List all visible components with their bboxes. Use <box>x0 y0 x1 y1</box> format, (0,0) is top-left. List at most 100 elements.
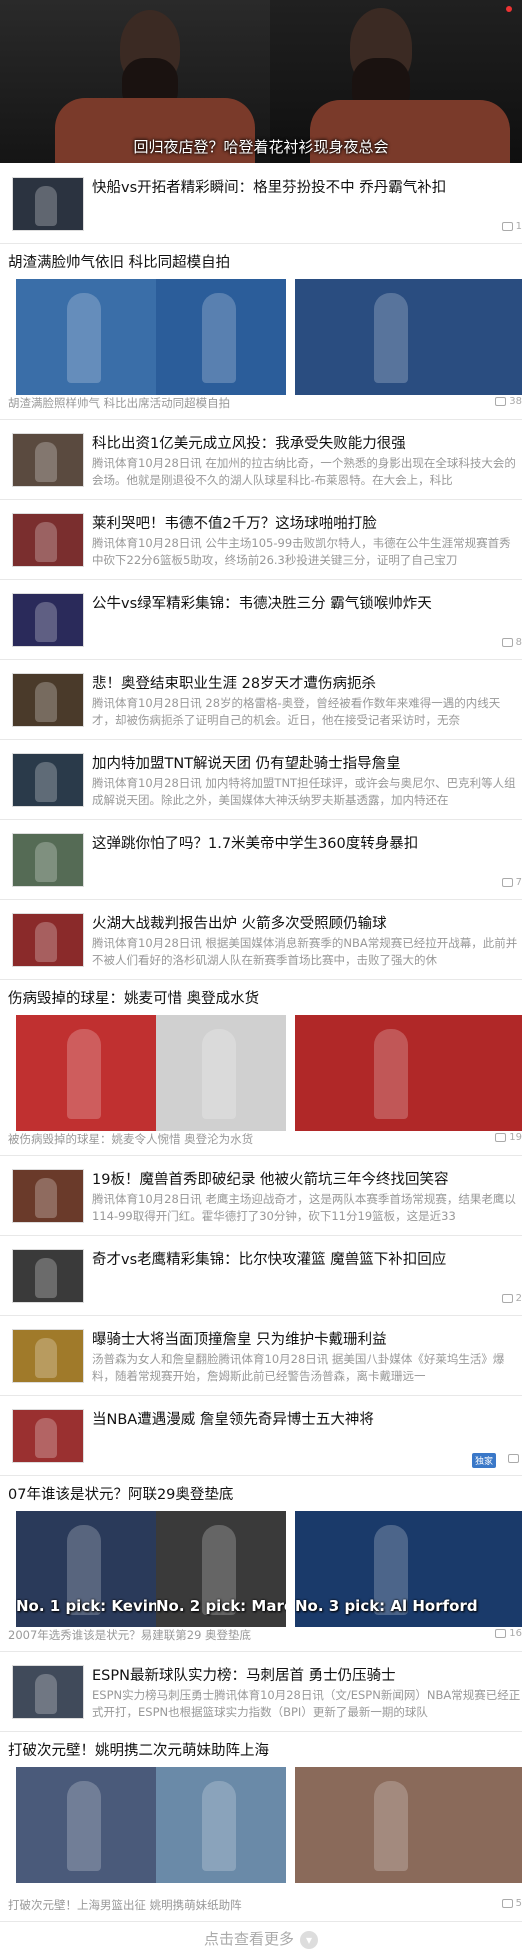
news-item[interactable]: ESPN最新球队实力榜：马刺居首 勇士仍压骑士 ESPN实力榜马刺压勇士腾讯体育1… <box>0 1651 522 1732</box>
draft-pick-label: No. 2 pick: Marc Gasol <box>156 1597 286 1615</box>
news-item[interactable]: 莱利哭吧！韦德不值2千万？这场球啪啪打脸腾讯体育10月28日讯 公牛主场105-… <box>0 499 522 580</box>
comment-count[interactable]: 7 <box>501 877 522 888</box>
news-title[interactable]: 奇才vs老鹰精彩集锦：比尔快攻灌篮 魔兽篮下补扣回应 <box>92 1248 446 1269</box>
news-title[interactable]: 当NBA遭遇漫威 詹皇领先奇异博士五大神将 <box>92 1408 374 1429</box>
gallery-image[interactable] <box>295 1015 522 1131</box>
news-title[interactable]: 19板！魔兽首秀即破纪录 他被火箭坑三年今终找回笑容 <box>92 1168 449 1189</box>
news-title[interactable]: 悲！奥登结束职业生涯 28岁天才遭伤病扼杀 <box>92 672 376 693</box>
gallery-image[interactable]: No. 2 pick: Marc Gasol <box>156 1511 286 1627</box>
news-item[interactable]: 奇才vs老鹰精彩集锦：比尔快攻灌篮 魔兽篮下补扣回应 2 <box>0 1235 522 1316</box>
carousel-dot-active[interactable] <box>506 6 512 12</box>
comment-count[interactable]: 16 <box>495 1628 522 1639</box>
exclusive-badge: 独家 <box>471 1453 496 1468</box>
gallery-title[interactable]: 胡渣满脸帅气依旧 科比同超模自拍 <box>8 251 230 272</box>
comment-count[interactable]: 19 <box>495 1132 522 1143</box>
news-summary: 腾讯体育10月28日讯 加内特将加盟TNT担任球评，或许会与奥尼尔、巴克利等人组… <box>92 776 516 807</box>
carousel-dots[interactable] <box>506 6 512 12</box>
hero-banner[interactable]: 回归夜店登？哈登着花衬衫现身夜总会 <box>0 0 522 163</box>
gallery-image[interactable] <box>156 1015 286 1131</box>
comment-count[interactable]: 38 <box>495 396 522 407</box>
news-item[interactable]: 科比出资1亿美元成立风投：我承受失败能力很强腾讯体育10月28日讯 在加州的拉古… <box>0 419 522 500</box>
news-title[interactable]: 快船vs开拓者精彩瞬间：格里芬扮投不中 乔丹霸气补扣 <box>92 176 446 197</box>
comment-count[interactable]: 1 <box>501 221 522 232</box>
photo-gallery[interactable]: 打破次元壁！姚明携二次元萌妹助阵上海打破次元壁！上海男篮出征 姚明携萌妹纸助阵 5 <box>0 1731 522 1922</box>
news-item[interactable]: 这弹跳你怕了吗？1.7米美帝中学生360度转身暴扣 7 <box>0 819 522 900</box>
comment-count-value: 5 <box>515 1898 522 1909</box>
news-item[interactable]: 19板！魔兽首秀即破纪录 他被火箭坑三年今终找回笑容 腾讯体育10月28日讯 老鹰… <box>0 1155 522 1236</box>
comment-icon <box>501 637 513 647</box>
comment-icon <box>501 1293 513 1303</box>
gallery-image[interactable]: No. 1 pick: Kevin Durant <box>16 1511 162 1627</box>
news-title[interactable]: 加内特加盟TNT解说天团 仍有望赴骑士指导詹皇 <box>92 752 401 773</box>
gallery-image[interactable] <box>16 1015 162 1131</box>
comment-count-value: 38 <box>509 396 522 407</box>
news-summary: 汤普森为女人和詹皇翻脸腾讯体育10月28日讯 据美国八卦媒体《好莱坞生活》爆料，… <box>92 1352 505 1383</box>
chevron-down-icon: ▾ <box>300 1930 318 1949</box>
gallery-caption: 打破次元壁！上海男篮出征 姚明携萌妹纸助阵 <box>8 1898 242 1912</box>
hero-caption: 回归夜店登？哈登着花衬衫现身夜总会 <box>133 138 389 156</box>
gallery-image[interactable] <box>156 1767 286 1883</box>
comment-count-value: 19 <box>509 1132 522 1143</box>
comment-count[interactable]: 8 <box>501 637 522 648</box>
draft-pick-label: No. 3 pick: Al Horford <box>295 1597 478 1615</box>
news-thumbnail <box>12 1249 84 1303</box>
comment-count[interactable]: 2 <box>501 1293 522 1304</box>
news-thumbnail <box>12 513 84 567</box>
gallery-caption: 被伤病毁掉的球星：姚麦令人惋惜 奥登沦为水货 <box>8 1132 254 1146</box>
news-title[interactable]: 公牛vs绿军精彩集锦：韦德决胜三分 霸气锁喉帅炸天 <box>92 592 432 613</box>
comment-icon <box>501 221 513 231</box>
news-item[interactable]: 快船vs开拓者精彩瞬间：格里芬扮投不中 乔丹霸气补扣 1 <box>0 163 522 244</box>
comment-count-value: 8 <box>515 637 522 648</box>
news-summary: 腾讯体育10月28日讯 28岁的格雷格-奥登，曾经被看作数年来难得一遇的内线天才… <box>92 696 501 727</box>
news-thumbnail <box>12 753 84 807</box>
gallery-image[interactable] <box>295 1767 522 1883</box>
news-title[interactable]: ESPN最新球队实力榜：马刺居首 勇士仍压骑士 <box>92 1664 396 1685</box>
draft-pick-label: No. 1 pick: Kevin Durant <box>16 1597 162 1615</box>
comment-count-value: 1 <box>515 221 522 232</box>
news-thumbnail <box>12 177 84 231</box>
news-item[interactable]: 悲！奥登结束职业生涯 28岁天才遭伤病扼杀腾讯体育10月28日讯 28岁的格雷格… <box>0 659 522 740</box>
news-title[interactable]: 科比出资1亿美元成立风投：我承受失败能力很强 <box>92 432 406 453</box>
news-thumbnail <box>12 913 84 967</box>
news-title[interactable]: 火湖大战裁判报告出炉 火箭多次受照顾仍输球 <box>92 912 387 933</box>
comment-icon <box>495 396 507 406</box>
gallery-title[interactable]: 07年谁该是状元？阿联29奥登垫底 <box>8 1483 233 1504</box>
gallery-title[interactable]: 打破次元壁！姚明携二次元萌妹助阵上海 <box>8 1739 269 1760</box>
news-item[interactable]: 加内特加盟TNT解说天团 仍有望赴骑士指导詹皇腾讯体育10月28日讯 加内特将加… <box>0 739 522 820</box>
comment-icon <box>495 1628 507 1638</box>
photo-gallery[interactable]: 07年谁该是状元？阿联29奥登垫底 No. 1 pick: Kevin Duran… <box>0 1475 522 1652</box>
news-thumbnail <box>12 673 84 727</box>
gallery-image[interactable]: No. 3 pick: Al Horford <box>295 1511 522 1627</box>
news-item[interactable]: 当NBA遭遇漫威 詹皇领先奇异博士五大神将独家 <box>0 1395 522 1476</box>
news-summary: 腾讯体育10月28日讯 在加州的拉古纳比奇，一个熟悉的身影出现在全球科技大会的会… <box>92 456 516 487</box>
gallery-image[interactable] <box>16 279 162 395</box>
gallery-image[interactable] <box>16 1767 162 1883</box>
gallery-caption: 胡渣满脸照样帅气 科比出席活动同超模自拍 <box>8 396 231 410</box>
comment-count[interactable] <box>508 1453 522 1464</box>
comment-icon <box>501 1898 513 1908</box>
news-thumbnail <box>12 593 84 647</box>
news-title[interactable]: 莱利哭吧！韦德不值2千万？这场球啪啪打脸 <box>92 512 377 533</box>
comment-count[interactable]: 5 <box>501 1898 522 1909</box>
load-more-label: 点击查看更多 <box>203 1930 294 1948</box>
news-item[interactable]: 曝骑士大将当面顶撞詹皇 只为维护卡戴珊利益汤普森为女人和詹皇翻脸腾讯体育10月2… <box>0 1315 522 1396</box>
news-item[interactable]: 公牛vs绿军精彩集锦：韦德决胜三分 霸气锁喉帅炸天 8 <box>0 579 522 660</box>
gallery-image[interactable] <box>295 279 522 395</box>
load-more-button[interactable]: 点击查看更多 ▾ <box>0 1928 522 1949</box>
news-thumbnail <box>12 1169 84 1223</box>
gallery-title[interactable]: 伤病毁掉的球星：姚麦可惜 奥登成水货 <box>8 987 259 1008</box>
photo-gallery[interactable]: 伤病毁掉的球星：姚麦可惜 奥登成水货被伤病毁掉的球星：姚麦令人惋惜 奥登沦为水货… <box>0 979 522 1156</box>
gallery-image[interactable] <box>156 279 286 395</box>
news-summary: ESPN实力榜马刺压勇士腾讯体育10月28日讯（文/ESPN新闻网）NBA常规赛… <box>92 1688 521 1719</box>
news-thumbnail <box>12 433 84 487</box>
news-item[interactable]: 火湖大战裁判报告出炉 火箭多次受照顾仍输球 腾讯体育10月28日讯 根据美国媒体消… <box>0 899 522 980</box>
comment-count-value: 2 <box>515 1293 522 1304</box>
news-title[interactable]: 这弹跳你怕了吗？1.7米美帝中学生360度转身暴扣 <box>92 832 418 853</box>
news-summary: 腾讯体育10月28日讯 公牛主场105-99击败凯尔特人，韦德在公牛生涯常规赛首… <box>92 536 511 567</box>
photo-gallery[interactable]: 胡渣满脸帅气依旧 科比同超模自拍胡渣满脸照样帅气 科比出席活动同超模自拍 38 <box>0 243 522 420</box>
news-title[interactable]: 曝骑士大将当面顶撞詹皇 只为维护卡戴珊利益 <box>92 1328 387 1349</box>
news-thumbnail <box>12 1329 84 1383</box>
comment-icon <box>495 1132 507 1142</box>
comment-icon <box>501 877 513 887</box>
comment-count-value: 7 <box>515 877 522 888</box>
